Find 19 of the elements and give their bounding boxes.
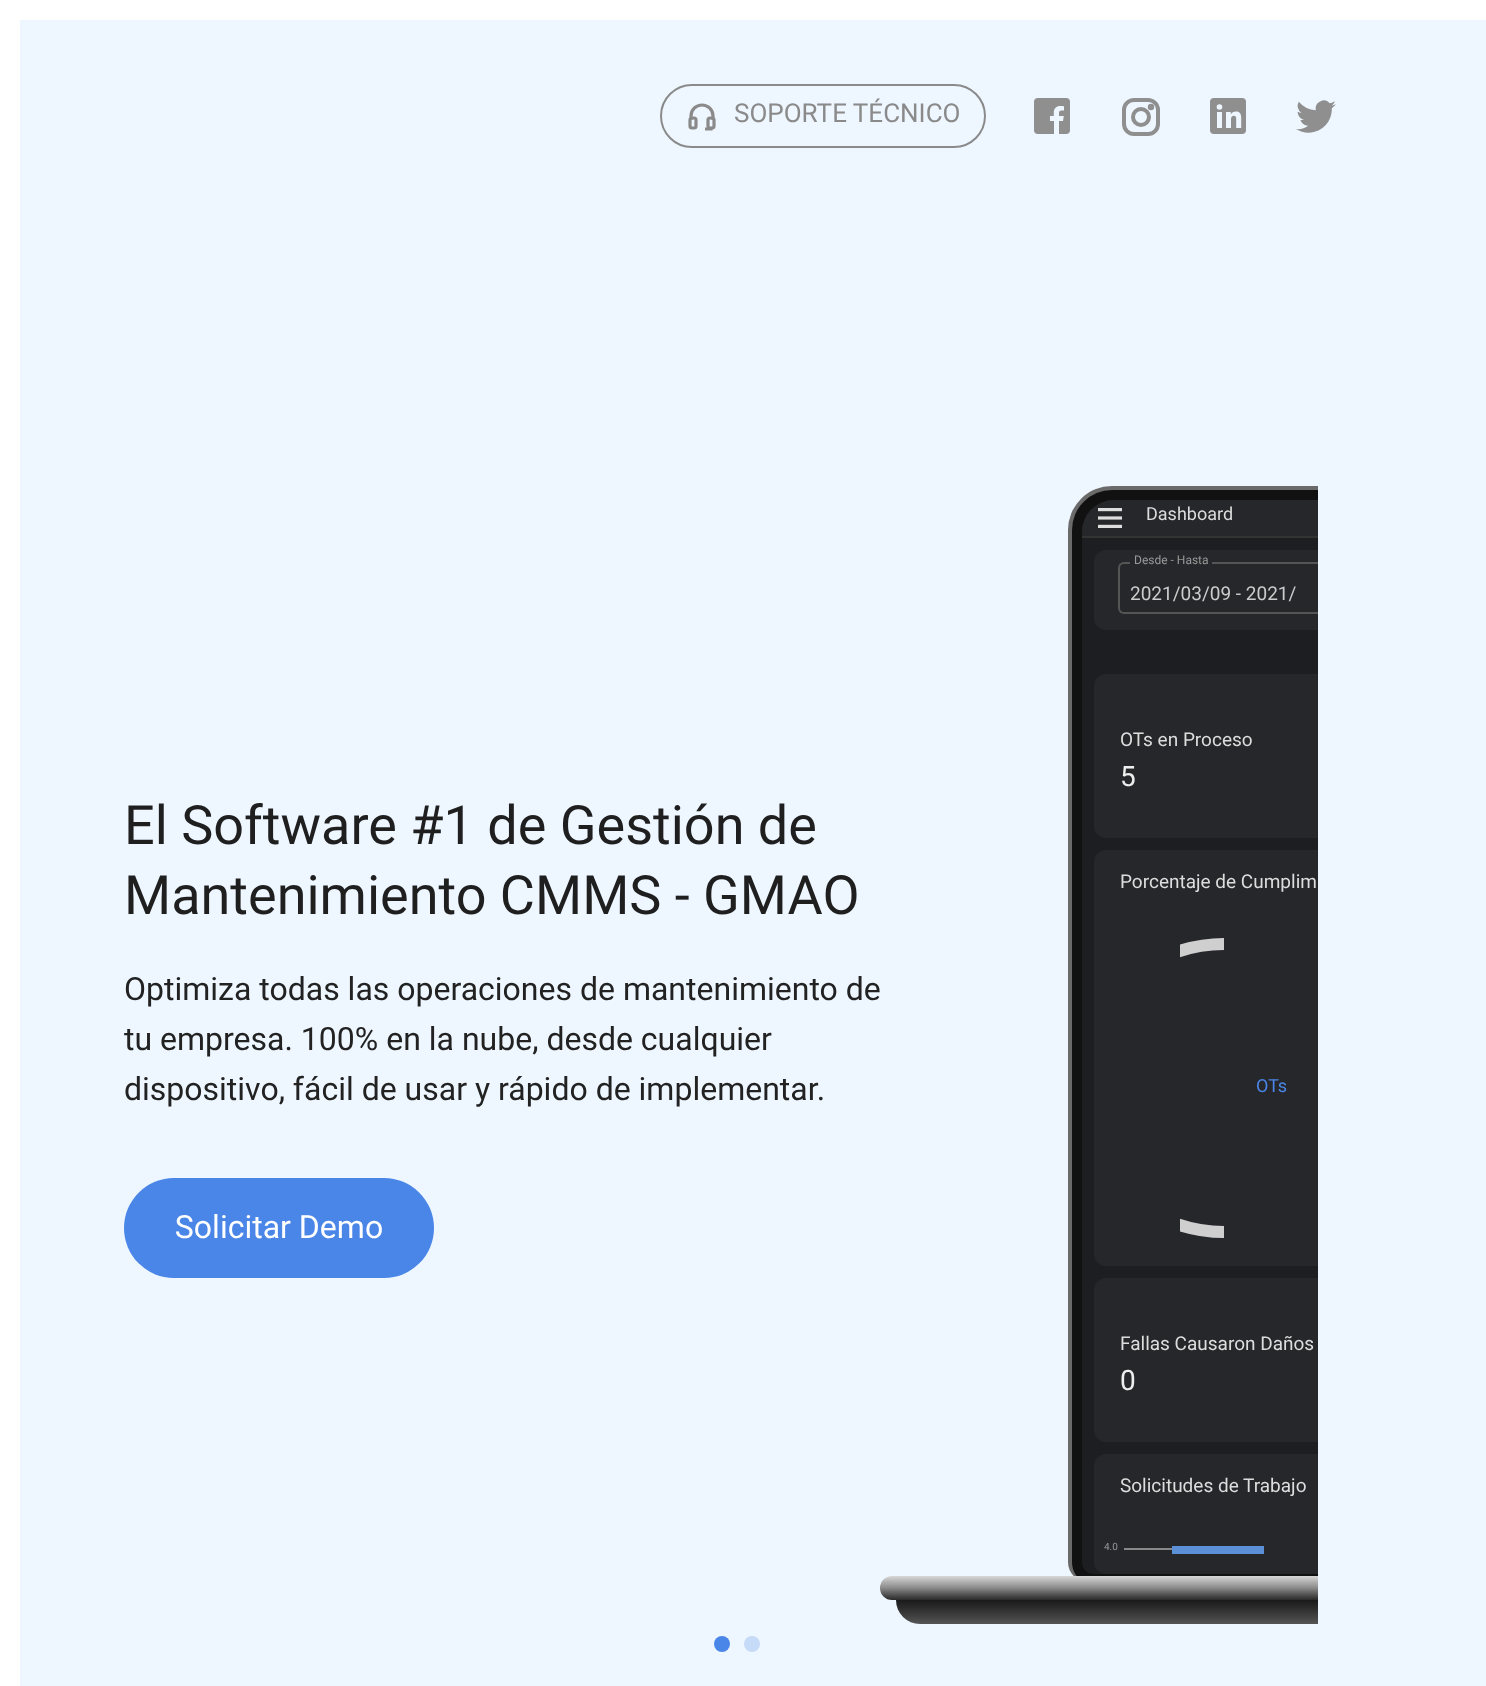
support-button[interactable]: SOPORTE TÉCNICO [660,84,987,148]
stat-title: OTs en Proceso [1120,728,1255,756]
hero-description: Optimiza todas las operaciones de mantenimiento de tu empresa. 100% en la nube, desde cualquier dispositivo, fácil de usar y rápido de implementar. [124,968,883,1112]
linkedin-icon[interactable] [1210,98,1247,134]
facebook-icon[interactable] [1034,98,1071,134]
twitter-icon[interactable] [1296,99,1337,133]
menu-icon[interactable] [1098,508,1122,528]
hero-title: El Software #1 de Gestión de Mantenimiento CMMS - GMAO [124,792,862,932]
donut-center-label: OTs [1256,1075,1288,1101]
stat-value: 0 [1120,1366,1138,1399]
request-demo-button[interactable]: Solicitar Demo [124,1178,434,1278]
headset-icon [686,100,718,132]
chart-title: Porcentaje de Cumplim [1120,870,1318,898]
instagram-icon[interactable] [1121,97,1160,135]
stat-title: Fallas Causaron Daños [1120,1332,1317,1360]
chart-title: Solicitudes de Trabajo [1120,1474,1309,1502]
bar-chart-drawing [1123,1546,1264,1554]
stat-value: 5 [1120,762,1138,795]
app-bar-title: Dashboard [1146,504,1234,531]
